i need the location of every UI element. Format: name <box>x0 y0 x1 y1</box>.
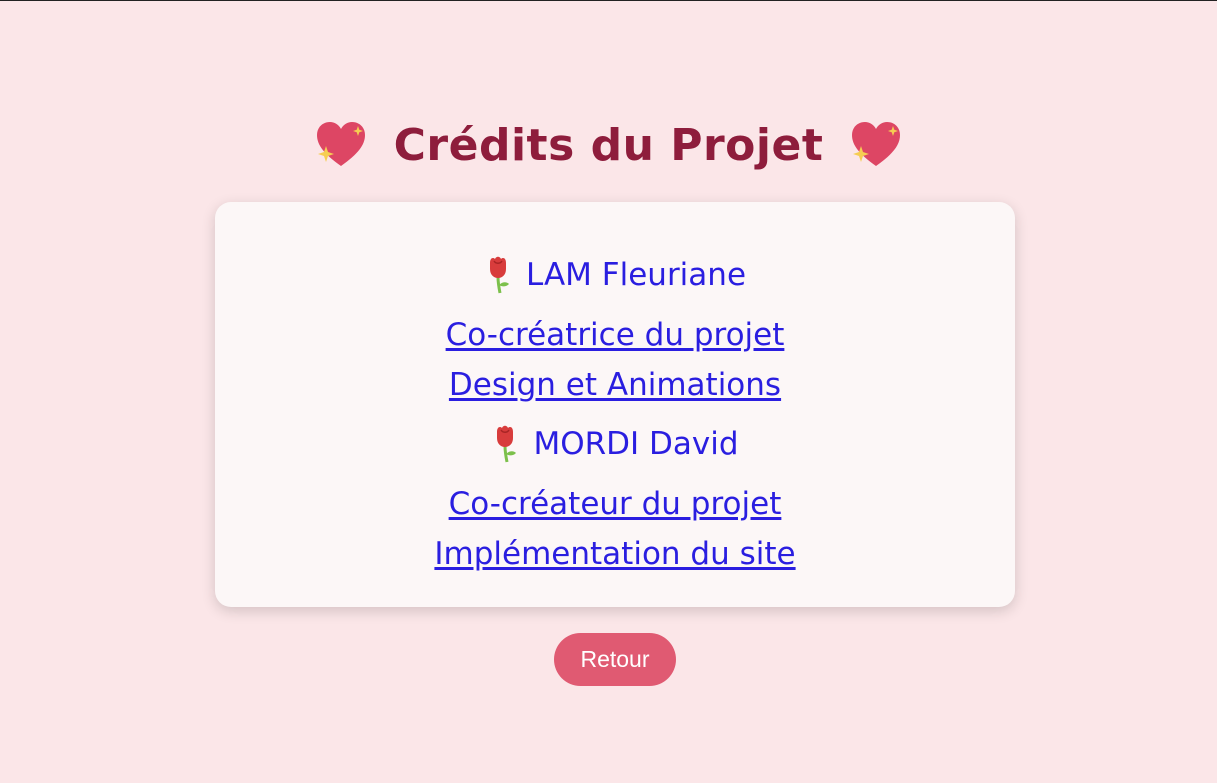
name-line: MORDI David <box>491 419 739 469</box>
credits-card: LAM Fleuriane Co-créatrice du projet Des… <box>215 202 1015 607</box>
credit-role-link[interactable]: Co-créatrice du projet <box>215 310 1015 360</box>
credit-task-link[interactable]: Implémentation du site <box>215 529 1015 579</box>
credits-page: Crédits du Projet LAM Fleuriane Co-créat… <box>0 0 1217 783</box>
credit-name-link[interactable]: LAM Fleuriane <box>215 250 1015 310</box>
rose-icon <box>497 425 517 463</box>
sparkling-heart-icon <box>316 122 365 166</box>
sparkling-heart-icon <box>852 122 901 166</box>
title-row: Crédits du Projet <box>0 112 1217 178</box>
credit-entry-david: MORDI David Co-créateur du projet Implém… <box>215 419 1015 579</box>
credit-name-link[interactable]: MORDI David <box>215 419 1015 479</box>
name-line: LAM Fleuriane <box>484 250 746 300</box>
rose-icon <box>489 256 509 294</box>
back-button[interactable]: Retour <box>554 633 676 686</box>
credit-name: MORDI David <box>533 426 739 462</box>
credit-entry-fleuriane: LAM Fleuriane Co-créatrice du projet Des… <box>215 250 1015 410</box>
credit-name: LAM Fleuriane <box>525 257 747 293</box>
page-title: Crédits du Projet <box>393 119 824 171</box>
credit-task-link[interactable]: Design et Animations <box>215 360 1015 410</box>
credit-role-link[interactable]: Co-créateur du projet <box>215 479 1015 529</box>
